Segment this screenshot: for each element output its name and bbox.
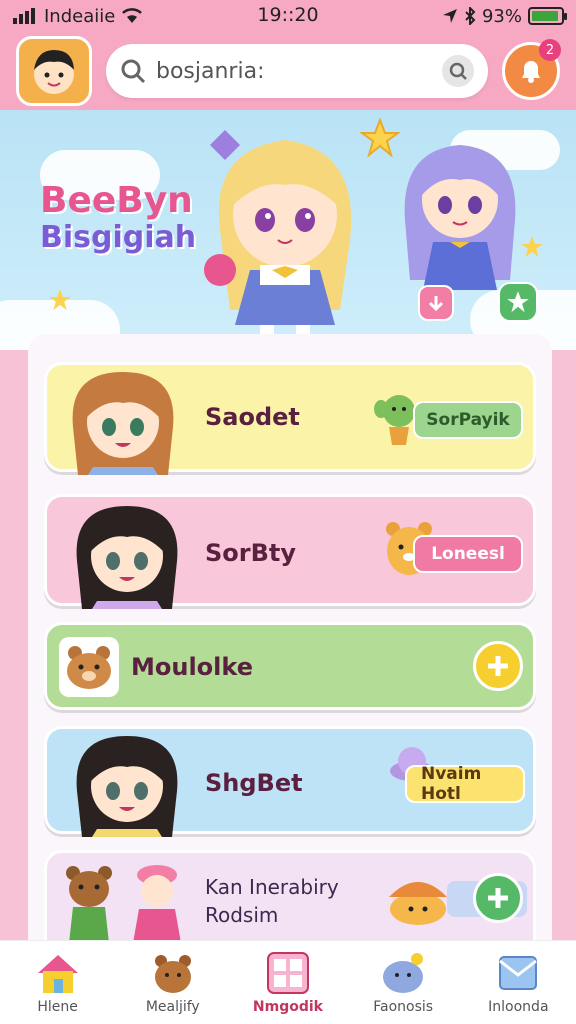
nav-label: Inloonda: [488, 998, 549, 1015]
hat-creature-icon: [389, 882, 447, 925]
list-card[interactable]: Moulolke: [44, 622, 536, 710]
nav-item-bear[interactable]: Mealjify: [118, 951, 228, 1015]
bear-icon: [154, 954, 191, 993]
plus-icon: [488, 656, 508, 676]
bear-thumbnail: [59, 637, 119, 697]
profile-avatar[interactable]: [16, 36, 92, 106]
nav-label: Nmgodik: [252, 998, 323, 1015]
list-card[interactable]: Saodet SorPayik: [44, 362, 536, 475]
status-bar: Indeaiie 19::20 93%: [0, 0, 576, 32]
card-action-pill[interactable]: Loneesl: [413, 535, 523, 573]
arrow-down-icon: [428, 296, 444, 312]
card-title: Saodet: [205, 403, 300, 431]
bear-icon: [66, 866, 112, 943]
notification-badge: 2: [539, 39, 561, 61]
card-subtitle: Rodsim: [205, 903, 279, 927]
heart-down-button[interactable]: [418, 285, 454, 321]
bear-icon: [67, 646, 111, 689]
hero-banner: BeeByn Bisgigiah: [0, 110, 576, 350]
nav-item-creature[interactable]: Faonosis: [348, 951, 458, 1015]
list-card[interactable]: SorBty Loneesl: [44, 494, 536, 609]
cloud-creature-icon: [383, 952, 424, 993]
star-icon: [360, 118, 400, 158]
nav-label: Faonosis: [373, 998, 434, 1015]
hero-title: BeeByn Bisgigiah: [40, 180, 197, 256]
add-button[interactable]: [473, 641, 523, 691]
girl-avatar-icon: [76, 506, 178, 609]
battery-icon: [528, 7, 567, 25]
plus-icon: [488, 888, 508, 908]
search-bar[interactable]: bosjanria:: [106, 44, 488, 98]
card-title: Moulolke: [131, 653, 253, 681]
card-title: Kan Inerabiry: [205, 875, 339, 899]
card-action-pill[interactable]: Nvaim Hotl: [405, 764, 525, 804]
list-card[interactable]: ShgBet Nvaim Hotl: [44, 726, 536, 837]
grid-icon: [266, 951, 309, 994]
search-input[interactable]: bosjanria:: [156, 59, 432, 84]
girl-avatar-icon: [72, 372, 174, 475]
voice-search-icon[interactable]: [442, 55, 474, 87]
bottom-navigation: Hlene Mealjify Nmgodik Faonosis Inloonda: [0, 940, 576, 1024]
blonde-girl-illustration: [204, 130, 352, 345]
girl-doll-icon: [133, 865, 181, 943]
bell-icon: [522, 61, 540, 83]
nav-item-grid[interactable]: Nmgodik: [233, 951, 343, 1015]
girl-avatar-icon: [76, 736, 178, 837]
nav-item-mail[interactable]: Inloonda: [463, 951, 573, 1015]
status-time: 19::20: [257, 4, 319, 26]
list-card[interactable]: Kan Inerabiry Rodsim: [44, 850, 536, 944]
nav-label: Hlene: [37, 998, 78, 1015]
search-icon: [121, 59, 146, 84]
boy-face-icon: [34, 50, 74, 94]
card-title: SorBty: [205, 539, 297, 567]
notification-button[interactable]: 2: [502, 39, 561, 100]
add-button[interactable]: [473, 873, 523, 923]
card-title-block: Kan Inerabiry Rodsim: [205, 875, 339, 927]
star-icon: [521, 236, 543, 258]
nav-label: Mealjify: [145, 998, 200, 1015]
card-title: ShgBet: [205, 769, 303, 797]
envelope-icon: [499, 955, 538, 990]
card-action-pill[interactable]: SorPayik: [413, 401, 523, 439]
top-header: bosjanria: 2: [0, 32, 576, 110]
house-icon: [37, 954, 78, 993]
nav-item-home[interactable]: Hlene: [3, 951, 113, 1015]
star-icon: [507, 291, 529, 313]
star-badge-button[interactable]: [498, 282, 538, 322]
star-icon: [49, 289, 71, 311]
